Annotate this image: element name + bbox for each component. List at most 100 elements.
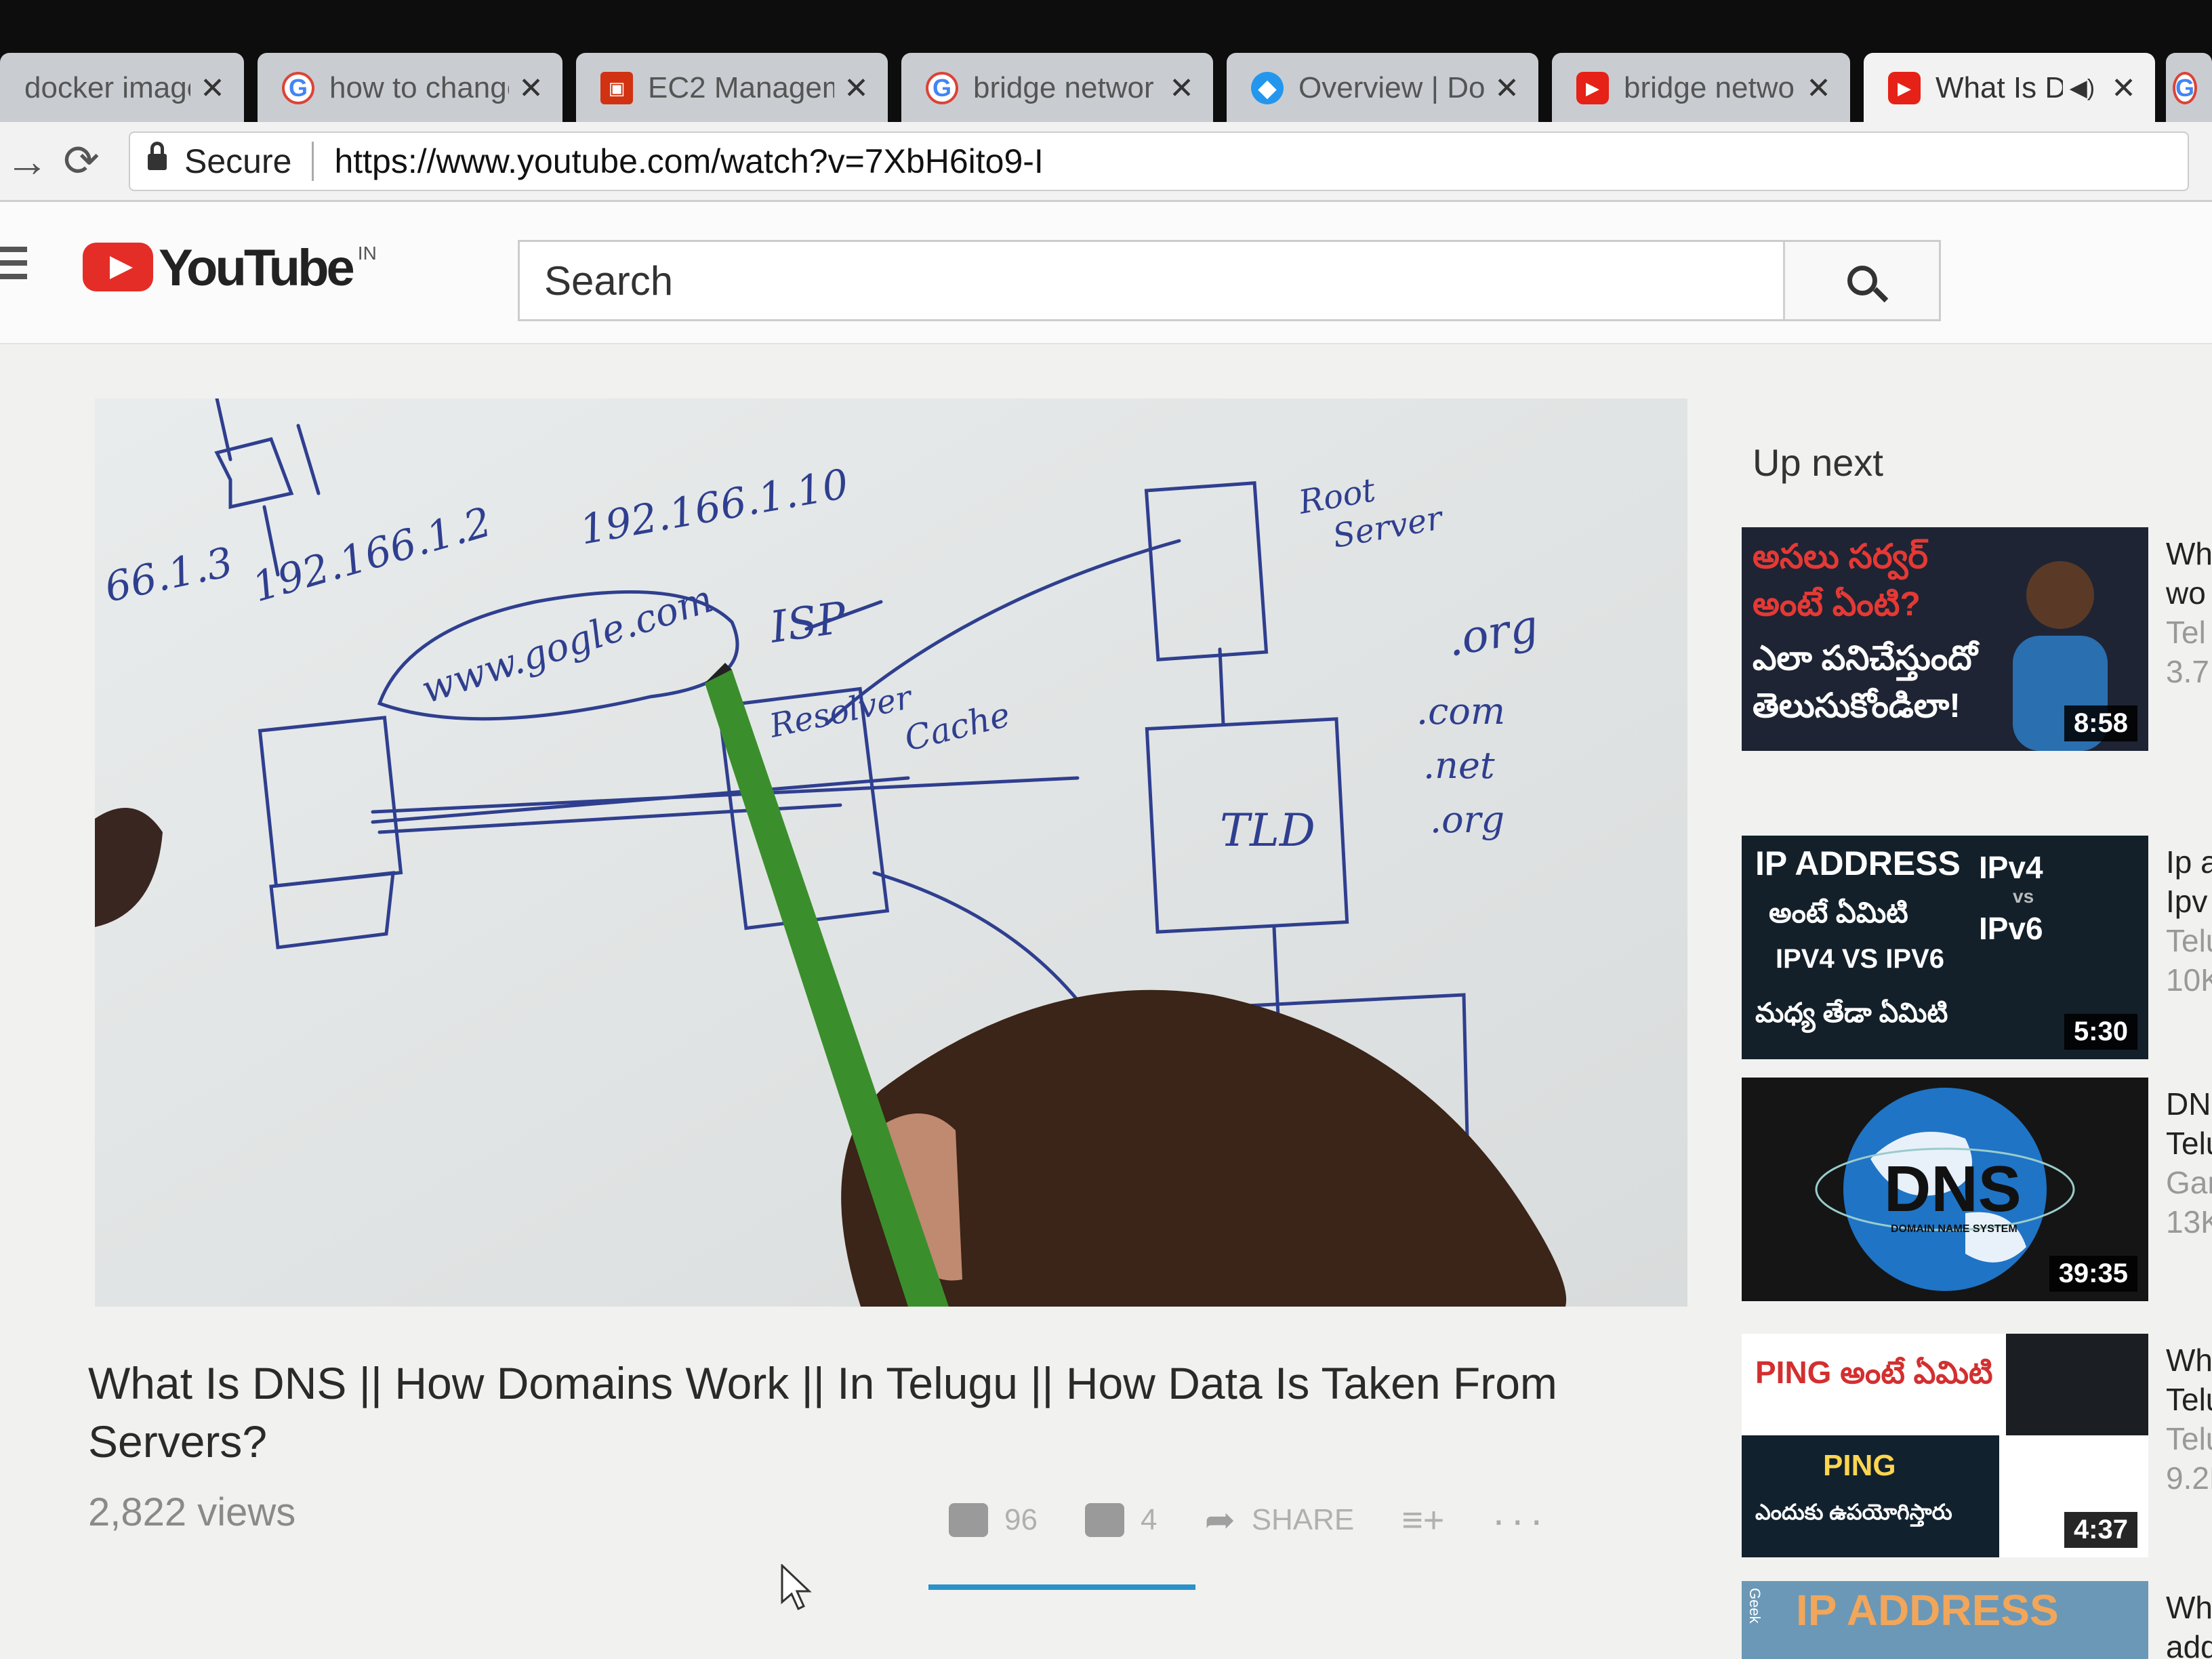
thumb-line: ఎలా పనిచేస్తుందో [1753, 639, 1978, 677]
video-frame: 66.1.3 192.166.1.2 192.166.1.10 www.gogl… [95, 398, 1687, 1307]
up-next-heading: Up next [1753, 441, 1883, 484]
recommendation-meta: DNS Telu Gan 13K [2166, 1084, 2212, 1242]
recommendation-thumbnail: IP ADDRESS అంటే ఏమిటి IPV4 VS IPV6 మధ్య … [1742, 836, 2148, 1059]
add-to-playlist-button[interactable]: ≡+ [1401, 1499, 1444, 1541]
recommendation-title-line2: addr [2166, 1629, 2212, 1659]
recommendation-meta: Wh wo Tel 3.7 [2166, 534, 2212, 691]
recommendation-channel: Gan [2166, 1165, 2212, 1200]
more-actions-button[interactable]: ··· [1492, 1496, 1549, 1543]
search-box: Search [518, 240, 1941, 321]
thumb-line: ఎందుకు ఉపయోగిస్తారు [1755, 1500, 1952, 1524]
tab-title: how to change [329, 71, 510, 104]
tab-title: bridge networ [1624, 71, 1797, 104]
thumb-line: IP ADDRESS [1796, 1586, 2059, 1635]
like-count: 96 [1004, 1502, 1038, 1536]
search-icon [1847, 266, 1877, 295]
url-text[interactable]: https://www.youtube.com/watch?v=7XbH6ito… [334, 142, 1043, 181]
com-label: .com [1416, 690, 1505, 733]
country-code: IN [357, 243, 377, 264]
thumb-line: మధ్య తేడా ఏమిటి [1755, 998, 1948, 1028]
tab-docker-image[interactable]: docker image ✕ [0, 53, 244, 123]
thumb-line: vs [2013, 886, 2034, 907]
tld-label: TLD [1220, 804, 1315, 857]
search-button[interactable] [1783, 242, 1939, 319]
tab-docker-overview[interactable]: ◆ Overview | Doc ✕ [1227, 53, 1538, 123]
reload-icon[interactable]: ⟳ [54, 134, 108, 188]
recommendation-views: 3.7 [2166, 654, 2209, 689]
secure-label: Secure [184, 142, 292, 180]
address-divider [312, 142, 314, 181]
youtube-icon: ▶ [1576, 72, 1609, 104]
tab-strip: docker image ✕ G how to change ✕ ▣ EC2 M… [0, 0, 2212, 123]
youtube-logo[interactable]: YouTube IN [83, 243, 377, 294]
recommendation-channel: Telu [2166, 1421, 2212, 1456]
tab-title: EC2 Managem [648, 71, 835, 104]
tab-bridge-network-google[interactable]: G bridge networ ✕ [901, 53, 1213, 123]
recommendation-title-line2: wo [2166, 575, 2206, 611]
recommendation-channel: Tel [2166, 615, 2206, 650]
aws-icon: ▣ [600, 72, 633, 104]
isp-label: ISP [766, 593, 850, 653]
close-icon[interactable]: ✕ [2111, 71, 2136, 106]
thumb-line: IPv6 [1979, 911, 2043, 946]
duration-badge: 4:37 [2064, 1512, 2137, 1548]
tab-title: bridge networ [973, 71, 1154, 104]
close-icon[interactable]: ✕ [518, 71, 544, 106]
google-icon: G [282, 72, 314, 104]
recommendation-title: Wh [2166, 536, 2212, 571]
more-icon: ··· [1492, 1497, 1549, 1542]
recommendation-title: DNS [2166, 1086, 2212, 1122]
logo-text: YouTube [159, 239, 355, 297]
close-icon[interactable]: ✕ [200, 71, 225, 106]
recommendation-meta: Wha Telu Telu 9.2K [2166, 1340, 2212, 1498]
thumb-line: IP ADDRESS [1755, 844, 1961, 882]
tab-what-is-dns[interactable]: ▶ What Is DN ◀) ✕ [1864, 53, 2155, 123]
thumb-line: అంటే ఏంటి? [1753, 585, 1921, 623]
tab-bridge-network-youtube[interactable]: ▶ bridge networ ✕ [1552, 53, 1850, 123]
thumb-line: PING అంటే ఏమిటి [1755, 1355, 1993, 1390]
tab-overflow[interactable]: G [2166, 53, 2212, 123]
recommendation-thumbnail: DNS DOMAIN NAME SYSTEM 39:35 [1742, 1078, 2148, 1301]
close-icon[interactable]: ✕ [844, 71, 869, 106]
masthead: YouTube IN Search [0, 202, 2212, 344]
lock-icon [148, 142, 167, 173]
share-button[interactable]: ➦ SHARE [1204, 1498, 1354, 1541]
google-icon: G [2173, 72, 2198, 104]
recommendation-title: Wha [2166, 1590, 2212, 1625]
video-title: What Is DNS || How Domains Work || In Te… [88, 1358, 1557, 1467]
recommendation-title-line2: Ipv [2166, 884, 2208, 919]
browser-toolbar: → ⟳ Secure https://www.youtube.com/watch… [0, 122, 2212, 202]
close-icon[interactable]: ✕ [1169, 71, 1194, 106]
tab-ec2-management[interactable]: ▣ EC2 Managem ✕ [576, 53, 888, 123]
close-icon[interactable]: ✕ [1806, 71, 1831, 106]
thumbs-down-icon [1084, 1502, 1124, 1537]
recommendation-title: Wha [2166, 1343, 2212, 1378]
recommendation-meta: Ip a Ipv Telu 10K [2166, 842, 2212, 1000]
video-player[interactable]: 66.1.3 192.166.1.2 192.166.1.10 www.gogl… [95, 398, 1687, 1307]
thumbs-up-icon [949, 1502, 988, 1537]
recommendation-thumbnail: PING అంటే ఏమిటి PING ఎందుకు ఉపయోగిస్తారు… [1742, 1334, 2148, 1557]
like-button[interactable]: 96 [949, 1502, 1038, 1537]
video-actions: 96 4 ➦ SHARE ≡+ ··· [949, 1496, 1549, 1543]
dislike-button[interactable]: 4 [1084, 1502, 1158, 1537]
tab-how-to-change[interactable]: G how to change ✕ [258, 53, 562, 123]
duration-badge: 8:58 [2064, 705, 2137, 741]
address-bar[interactable]: Secure https://www.youtube.com/watch?v=7… [129, 131, 2189, 191]
recommendation-views: 9.2K [2166, 1460, 2212, 1496]
duration-badge: 39:35 [2049, 1256, 2137, 1292]
sentiment-bar [928, 1584, 1195, 1590]
thumb-line: Geek [1746, 1588, 1763, 1624]
search-input[interactable]: Search [520, 242, 1783, 319]
recommendation-thumbnail: అసలు సర్వర్ అంటే ఏంటి? ఎలా పనిచేస్తుందో … [1742, 527, 2148, 751]
forward-arrow-icon[interactable]: → [0, 134, 54, 188]
close-icon[interactable]: ✕ [1494, 71, 1519, 106]
recommendation-title-line2: Telu [2166, 1382, 2212, 1417]
dislike-count: 4 [1140, 1502, 1158, 1536]
menu-icon[interactable] [0, 247, 27, 287]
ping-panel: PING ఎందుకు ఉపయోగిస్తారు [1742, 1435, 1999, 1557]
recommendation-title: Ip a [2166, 844, 2212, 880]
share-icon: ➦ [1204, 1500, 1235, 1540]
youtube-page: YouTube IN Search 66.1.3 192.166.1.2 192… [0, 202, 2212, 1659]
thumb-line: IPV4 VS IPV6 [1776, 944, 1945, 974]
audio-playing-icon[interactable]: ◀) [2070, 75, 2095, 102]
